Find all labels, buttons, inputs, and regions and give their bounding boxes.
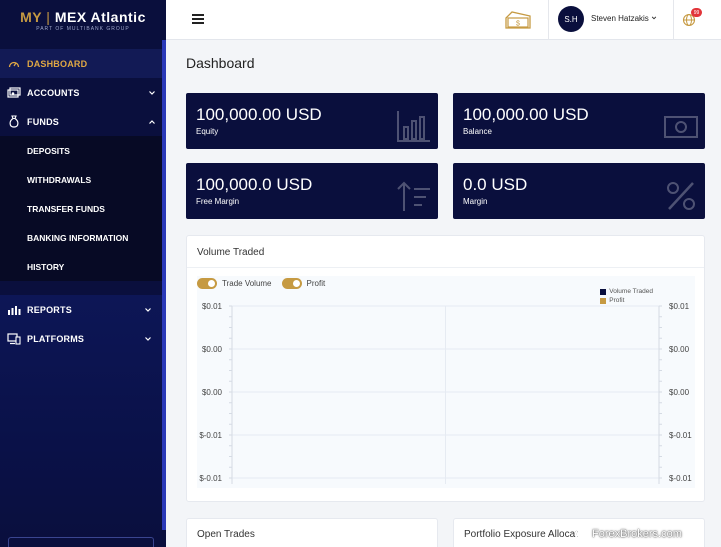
volume-traded-panel: Volume Traded Trade Volume Profit Volume… — [186, 235, 705, 502]
y-tick-label-right: $-0.01 — [669, 474, 692, 483]
funds-submenu: DEPOSITS WITHDRAWALS TRANSFER FUNDS BANK… — [0, 136, 166, 281]
sidebar: MY | MEX Atlantic PART OF MULTIBANK GROU… — [0, 0, 166, 547]
balance-card: 100,000.00 USD Balance — [453, 93, 705, 149]
profit-label: Profit — [306, 279, 326, 288]
watermark: ForexBrokers.com — [575, 527, 682, 541]
deposit-money-icon[interactable]: $ — [504, 8, 532, 30]
sidebar-lower: REPORTS PLATFORMS — [0, 295, 162, 547]
topbar-divider — [673, 0, 674, 40]
speedometer-icon — [7, 57, 21, 71]
user-menu[interactable]: Steven Hatzakis — [591, 14, 657, 23]
banknote-icon — [664, 116, 698, 138]
menu-toggle-icon[interactable] — [192, 14, 204, 24]
logo-text: MY | MEX Atlantic — [20, 8, 146, 25]
sidebar-item-accounts[interactable]: ACCOUNTS — [0, 78, 166, 107]
topbar-divider — [548, 0, 549, 40]
profit-toggle[interactable] — [281, 278, 302, 289]
sidebar-item-label: FUNDS — [27, 116, 59, 127]
y-tick-label-right: $0.00 — [669, 345, 690, 354]
user-name: Steven Hatzakis — [591, 14, 649, 23]
chevron-down-icon — [145, 336, 151, 341]
svg-text:$: $ — [516, 21, 520, 28]
margin-card: 0.0 USD Margin — [453, 163, 705, 219]
chart-legend: Volume Traded Profit — [600, 288, 653, 306]
submenu-item-history[interactable]: HISTORY — [0, 252, 166, 281]
volume-traded-title: Volume Traded — [197, 247, 265, 258]
logo-subtitle: PART OF MULTIBANK GROUP — [36, 25, 130, 32]
chevron-down-icon — [145, 307, 151, 312]
avatar[interactable]: S.H — [558, 6, 584, 32]
free-margin-label: Free Margin — [196, 197, 240, 206]
legend-item-profit: Profit — [600, 297, 653, 304]
margin-value: 0.0 USD — [463, 175, 528, 194]
chevron-up-icon — [149, 119, 155, 124]
free-margin-value: 100,000.0 USD — [196, 175, 313, 194]
chevron-down-icon — [651, 16, 657, 20]
open-trades-panel: Open Trades — [186, 518, 438, 547]
y-tick-label-right: $0.00 — [669, 388, 690, 397]
reports-chart-icon — [7, 303, 21, 317]
logo[interactable]: MY | MEX Atlantic PART OF MULTIBANK GROU… — [0, 0, 166, 40]
trade-volume-label: Trade Volume — [222, 279, 272, 288]
free-margin-card: 100,000.0 USD Free Margin — [186, 163, 438, 219]
sidebar-item-label: ACCOUNTS — [27, 87, 80, 98]
notification-badge: 99 — [691, 8, 702, 17]
accounts-icon — [7, 86, 21, 100]
equity-label: Equity — [196, 127, 219, 136]
sidebar-item-label: PLATFORMS — [27, 333, 85, 344]
sidebar-item-dashboard[interactable]: DASHBOARD — [0, 49, 166, 78]
y-tick-label-left: $-0.01 — [199, 474, 222, 483]
y-tick-label-left: $0.01 — [202, 302, 223, 311]
legend-item-volume-traded: Volume Traded — [600, 288, 653, 295]
sort-icon — [397, 181, 430, 211]
y-tick-label-left: $0.00 — [202, 345, 223, 354]
page-title: Dashboard — [186, 55, 255, 71]
equity-value: 100,000.00 USD — [196, 105, 322, 124]
submenu-item-deposits[interactable]: DEPOSITS — [0, 136, 166, 165]
money-bag-icon — [7, 115, 21, 129]
watermark-logo-icon — [575, 527, 589, 541]
open-trades-title: Open Trades — [197, 529, 255, 540]
watermark-text: ForexBrokers.com — [592, 528, 682, 540]
sidebar-item-label: REPORTS — [27, 304, 72, 315]
equity-card: 100,000.00 USD Equity — [186, 93, 438, 149]
sidebar-bottom-box — [8, 537, 154, 547]
submenu-item-banking-information[interactable]: BANKING INFORMATION — [0, 223, 166, 252]
sidebar-item-reports[interactable]: REPORTS — [0, 295, 162, 324]
volume-chart: Trade Volume Profit Volume Traded Profit… — [197, 276, 695, 488]
sidebar-item-platforms[interactable]: PLATFORMS — [0, 324, 162, 353]
balance-value: 100,000.00 USD — [463, 105, 589, 124]
bar-chart-icon — [397, 111, 430, 142]
sidebar-nav: DASHBOARD ACCOUNTS FUNDS DEPOSITS WITHDR… — [0, 49, 166, 281]
trade-volume-toggle[interactable] — [197, 278, 217, 289]
balance-label: Balance — [463, 127, 492, 136]
y-tick-label-right: $-0.01 — [669, 431, 692, 440]
topbar: $ S.H Steven Hatzakis 99 — [166, 0, 721, 40]
devices-icon — [7, 332, 21, 346]
chart-plot: $0.01 $0.01 $0.00 $0.00 $0.00 $0.00 $-0.01 $-0.… — [197, 276, 695, 488]
y-tick-label-left: $-0.01 — [199, 431, 222, 440]
sidebar-item-funds[interactable]: FUNDS — [0, 107, 166, 136]
percent-icon — [667, 182, 695, 210]
chevron-down-icon — [149, 90, 155, 95]
y-tick-label-left: $0.00 — [202, 388, 223, 397]
sidebar-item-label: DASHBOARD — [27, 58, 88, 69]
submenu-item-transfer-funds[interactable]: TRANSFER FUNDS — [0, 194, 166, 223]
submenu-item-withdrawals[interactable]: WITHDRAWALS — [0, 165, 166, 194]
margin-label: Margin — [463, 197, 488, 206]
y-tick-label-right: $0.01 — [669, 302, 690, 311]
